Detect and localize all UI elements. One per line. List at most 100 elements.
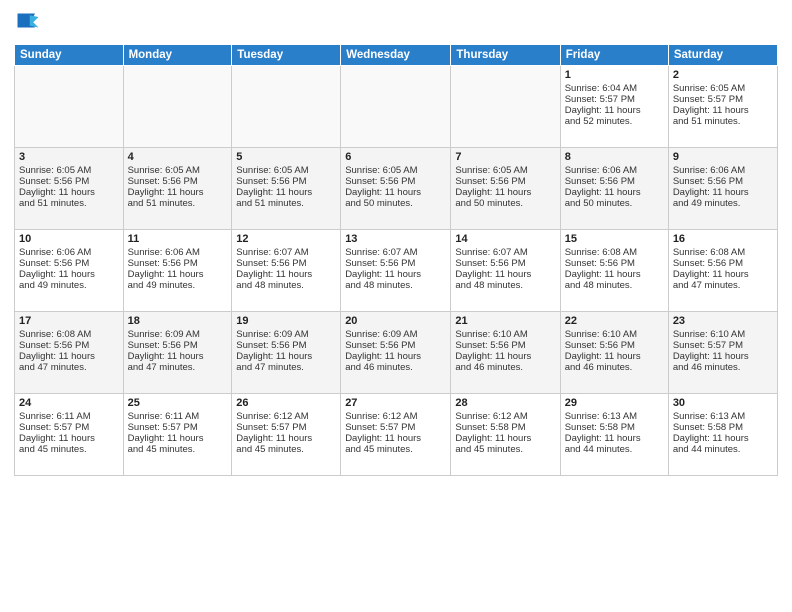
- day-info: and 49 minutes.: [19, 280, 119, 291]
- day-info: Daylight: 11 hours: [455, 187, 555, 198]
- calendar-cell: 28Sunrise: 6:12 AMSunset: 5:58 PMDayligh…: [451, 394, 560, 476]
- calendar-cell: 5Sunrise: 6:05 AMSunset: 5:56 PMDaylight…: [232, 148, 341, 230]
- day-info: and 50 minutes.: [455, 198, 555, 209]
- day-number: 1: [565, 69, 664, 81]
- calendar-cell: 26Sunrise: 6:12 AMSunset: 5:57 PMDayligh…: [232, 394, 341, 476]
- calendar-cell: 7Sunrise: 6:05 AMSunset: 5:56 PMDaylight…: [451, 148, 560, 230]
- day-info: Sunset: 5:57 PM: [673, 94, 773, 105]
- day-number: 13: [345, 233, 446, 245]
- day-info: Sunrise: 6:11 AM: [19, 411, 119, 422]
- day-info: Sunrise: 6:10 AM: [565, 329, 664, 340]
- day-number: 5: [236, 151, 336, 163]
- weekday-header-sunday: Sunday: [15, 45, 124, 66]
- day-info: Sunset: 5:57 PM: [345, 422, 446, 433]
- day-info: Sunrise: 6:08 AM: [19, 329, 119, 340]
- calendar-cell: 1Sunrise: 6:04 AMSunset: 5:57 PMDaylight…: [560, 66, 668, 148]
- day-info: and 48 minutes.: [455, 280, 555, 291]
- day-info: Sunrise: 6:07 AM: [455, 247, 555, 258]
- day-info: Sunset: 5:56 PM: [236, 176, 336, 187]
- day-info: Daylight: 11 hours: [345, 351, 446, 362]
- day-info: Sunrise: 6:12 AM: [455, 411, 555, 422]
- calendar-cell: 13Sunrise: 6:07 AMSunset: 5:56 PMDayligh…: [341, 230, 451, 312]
- day-info: Sunrise: 6:12 AM: [345, 411, 446, 422]
- day-info: Sunset: 5:57 PM: [236, 422, 336, 433]
- day-number: 24: [19, 397, 119, 409]
- day-info: Sunrise: 6:05 AM: [455, 165, 555, 176]
- day-info: Sunset: 5:56 PM: [455, 258, 555, 269]
- calendar-cell: 14Sunrise: 6:07 AMSunset: 5:56 PMDayligh…: [451, 230, 560, 312]
- day-info: Sunset: 5:56 PM: [19, 176, 119, 187]
- day-info: Sunrise: 6:07 AM: [345, 247, 446, 258]
- day-info: Sunrise: 6:08 AM: [673, 247, 773, 258]
- day-number: 11: [128, 233, 228, 245]
- logo-icon: [14, 10, 42, 38]
- day-info: Sunrise: 6:09 AM: [128, 329, 228, 340]
- day-info: and 46 minutes.: [345, 362, 446, 373]
- day-info: Daylight: 11 hours: [673, 433, 773, 444]
- day-info: Sunset: 5:56 PM: [236, 258, 336, 269]
- day-info: and 48 minutes.: [345, 280, 446, 291]
- day-info: Sunrise: 6:05 AM: [345, 165, 446, 176]
- day-info: Sunset: 5:56 PM: [128, 258, 228, 269]
- day-info: Sunrise: 6:05 AM: [673, 83, 773, 94]
- day-info: Daylight: 11 hours: [455, 269, 555, 280]
- day-info: Sunrise: 6:09 AM: [236, 329, 336, 340]
- day-info: Sunset: 5:57 PM: [19, 422, 119, 433]
- day-info: Sunrise: 6:11 AM: [128, 411, 228, 422]
- day-info: and 52 minutes.: [565, 116, 664, 127]
- calendar-cell: 23 Sunrise: 6:10 AMSunset: 5:57 PMDayligh…: [668, 312, 777, 394]
- calendar-cell: 8Sunrise: 6:06 AMSunset: 5:56 PMDaylight…: [560, 148, 668, 230]
- day-number: 25: [128, 397, 228, 409]
- day-info: Daylight: 11 hours: [345, 269, 446, 280]
- day-info: and 50 minutes.: [345, 198, 446, 209]
- day-info: Sunset: 5:56 PM: [673, 258, 773, 269]
- header: [14, 10, 778, 38]
- day-info: Sunset: 5:56 PM: [19, 258, 119, 269]
- day-info: Sunset: 5:57 PM: [673, 340, 773, 351]
- calendar-cell: 4Sunrise: 6:05 AMSunset: 5:56 PMDaylight…: [123, 148, 232, 230]
- weekday-header-saturday: Saturday: [668, 45, 777, 66]
- day-info: Daylight: 11 hours: [236, 351, 336, 362]
- day-info: and 47 minutes.: [673, 280, 773, 291]
- calendar-cell: 27Sunrise: 6:12 AMSunset: 5:57 PMDayligh…: [341, 394, 451, 476]
- day-info: and 45 minutes.: [345, 444, 446, 455]
- day-info: and 49 minutes.: [673, 198, 773, 209]
- day-number: 3: [19, 151, 119, 163]
- day-info: Daylight: 11 hours: [673, 351, 773, 362]
- calendar-cell: 20 Sunrise: 6:09 AMSunset: 5:56 PMDayligh…: [341, 312, 451, 394]
- day-number: 12: [236, 233, 336, 245]
- day-info: Sunset: 5:57 PM: [128, 422, 228, 433]
- day-info: and 49 minutes.: [128, 280, 228, 291]
- day-info: Daylight: 11 hours: [128, 269, 228, 280]
- day-info: Sunset: 5:57 PM: [565, 94, 664, 105]
- day-info: and 47 minutes.: [128, 362, 228, 373]
- calendar-cell: 24Sunrise: 6:11 AMSunset: 5:57 PMDayligh…: [15, 394, 124, 476]
- calendar-cell: 16Sunrise: 6:08 AMSunset: 5:56 PMDayligh…: [668, 230, 777, 312]
- calendar-cell: 9Sunrise: 6:06 AMSunset: 5:56 PMDaylight…: [668, 148, 777, 230]
- day-number: 29: [565, 397, 664, 409]
- day-number: 9: [673, 151, 773, 163]
- day-info: Daylight: 11 hours: [565, 105, 664, 116]
- day-number: 10: [19, 233, 119, 245]
- day-number: 8: [565, 151, 664, 163]
- calendar-cell: 30Sunrise: 6:13 AMSunset: 5:58 PMDayligh…: [668, 394, 777, 476]
- calendar-cell: 17Sunrise: 6:08 AMSunset: 5:56 PMDayligh…: [15, 312, 124, 394]
- day-number: 7: [455, 151, 555, 163]
- calendar-cell: 15Sunrise: 6:08 AMSunset: 5:56 PMDayligh…: [560, 230, 668, 312]
- day-info: Daylight: 11 hours: [128, 433, 228, 444]
- day-info: Sunrise: 6:09 AM: [345, 329, 446, 340]
- day-number: 20: [345, 315, 446, 327]
- calendar-cell: [451, 66, 560, 148]
- day-info: Daylight: 11 hours: [565, 187, 664, 198]
- day-number: 23: [673, 315, 773, 327]
- day-info: and 45 minutes.: [128, 444, 228, 455]
- day-number: 16: [673, 233, 773, 245]
- day-info: Sunrise: 6:10 AM: [673, 329, 773, 340]
- day-info: Sunset: 5:56 PM: [345, 340, 446, 351]
- day-info: Sunrise: 6:06 AM: [673, 165, 773, 176]
- day-info: and 48 minutes.: [236, 280, 336, 291]
- day-info: Sunset: 5:56 PM: [455, 340, 555, 351]
- day-info: and 51 minutes.: [673, 116, 773, 127]
- calendar-cell: 2Sunrise: 6:05 AMSunset: 5:57 PMDaylight…: [668, 66, 777, 148]
- day-info: Daylight: 11 hours: [345, 433, 446, 444]
